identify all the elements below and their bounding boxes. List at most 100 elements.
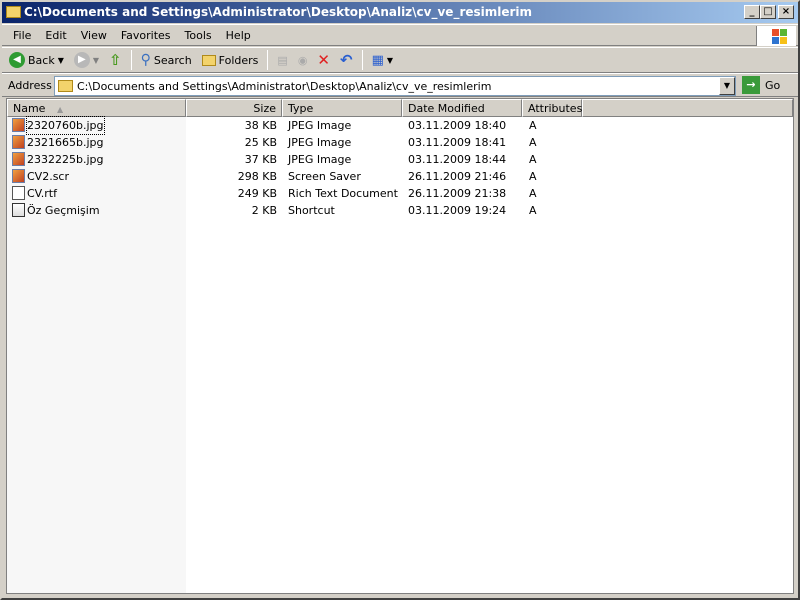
file-list: Name ▲ Size Type Date Modified Attribute… xyxy=(6,98,794,594)
file-attributes: A xyxy=(529,119,537,132)
file-name: 2320760b.jpg xyxy=(26,116,105,135)
file-size: 298 KB xyxy=(237,170,277,183)
file-name: Öz Geçmişim xyxy=(27,204,100,217)
file-row[interactable]: 2321665b.jpg 25 KB JPEG Image 03.11.2009… xyxy=(7,134,567,151)
delete-x-icon: ✕ xyxy=(317,51,330,69)
column-header-filler xyxy=(582,99,793,117)
jpeg-icon xyxy=(12,152,25,166)
address-label: Address xyxy=(8,78,52,92)
move-to-button[interactable]: ▤ xyxy=(274,49,290,71)
address-dropdown-button[interactable]: ▼ xyxy=(719,77,735,95)
go-arrow-icon: → xyxy=(742,76,760,94)
menu-favorites[interactable]: Favorites xyxy=(114,29,178,42)
file-type: Rich Text Document xyxy=(288,187,398,200)
close-button[interactable]: × xyxy=(778,5,794,19)
windows-logo-icon xyxy=(756,26,796,46)
file-type: Screen Saver xyxy=(288,170,361,183)
screensaver-icon xyxy=(12,169,25,183)
file-date-modified: 03.11.2009 18:44 xyxy=(408,153,507,166)
file-name: CV.rtf xyxy=(27,187,57,200)
menu-view[interactable]: View xyxy=(74,29,114,42)
file-row[interactable]: CV.rtf 249 KB Rich Text Document 26.11.2… xyxy=(7,185,567,202)
forward-arrow-icon: ▶ xyxy=(73,52,90,68)
file-size: 38 KB xyxy=(244,119,277,132)
file-name: 2332225b.jpg xyxy=(27,153,104,166)
undo-icon: ↶ xyxy=(340,51,353,69)
folders-label: Folders xyxy=(218,53,259,67)
search-icon: ⚲ xyxy=(140,52,151,68)
back-label: Back xyxy=(28,53,55,67)
forward-dropdown-icon[interactable]: ▼ xyxy=(93,56,99,65)
file-type: JPEG Image xyxy=(288,153,352,166)
folders-icon xyxy=(201,54,216,66)
search-label: Search xyxy=(153,53,192,67)
move-to-icon: ▤ xyxy=(277,53,288,67)
file-date-modified: 03.11.2009 18:41 xyxy=(408,136,507,149)
folders-button[interactable]: Folders xyxy=(199,49,262,71)
toolbar: ◀ Back ▼ ▶ ▼ ⇧ ⚲ Search Folders ▤ ◉ ✕ ↶ … xyxy=(2,47,798,73)
jpeg-icon xyxy=(12,118,25,132)
separator xyxy=(267,50,269,70)
separator xyxy=(361,50,363,70)
address-bar: Address C:\Documents and Settings\Admini… xyxy=(2,73,798,97)
copy-to-button[interactable]: ◉ xyxy=(295,49,311,71)
folder-icon xyxy=(6,6,21,18)
delete-button[interactable]: ✕ xyxy=(314,49,333,71)
back-dropdown-icon[interactable]: ▼ xyxy=(58,56,64,65)
file-attributes: A xyxy=(529,187,537,200)
shortcut-icon xyxy=(12,203,25,217)
forward-button[interactable]: ▶ ▼ xyxy=(71,49,102,71)
views-button[interactable]: ▦ ▼ xyxy=(369,49,396,71)
file-type: JPEG Image xyxy=(288,119,352,132)
file-attributes: A xyxy=(529,170,537,183)
file-size: 249 KB xyxy=(237,187,277,200)
file-attributes: A xyxy=(529,136,537,149)
go-button[interactable]: → Go xyxy=(742,76,780,94)
file-name: CV2.scr xyxy=(27,170,70,183)
search-button[interactable]: ⚲ Search xyxy=(138,49,195,71)
separator xyxy=(130,50,132,70)
address-input[interactable]: C:\Documents and Settings\Administrator\… xyxy=(54,76,736,96)
title-bar: C:\Documents and Settings\Administrator\… xyxy=(2,2,798,23)
file-row[interactable]: CV2.scr 298 KB Screen Saver 26.11.2009 2… xyxy=(7,168,567,185)
window-title: C:\Documents and Settings\Administrator\… xyxy=(24,5,533,19)
menu-file[interactable]: File xyxy=(6,29,38,42)
undo-button[interactable]: ↶ xyxy=(337,49,356,71)
file-date-modified: 26.11.2009 21:46 xyxy=(408,170,507,183)
rtf-icon xyxy=(12,186,25,200)
file-attributes: A xyxy=(529,204,537,217)
column-header-name[interactable]: Name ▲ xyxy=(7,99,186,117)
back-button[interactable]: ◀ Back ▼ xyxy=(6,49,67,71)
file-row[interactable]: 2332225b.jpg 37 KB JPEG Image 03.11.2009… xyxy=(7,151,567,168)
file-date-modified: 26.11.2009 21:38 xyxy=(408,187,507,200)
minimize-button[interactable]: _ xyxy=(744,5,760,19)
file-type: Shortcut xyxy=(288,204,335,217)
up-arrow-icon: ⇧ xyxy=(109,51,122,69)
back-arrow-icon: ◀ xyxy=(9,52,25,68)
column-header-attributes[interactable]: Attributes xyxy=(522,99,582,117)
views-icon: ▦ xyxy=(371,52,384,68)
column-headers: Name ▲ Size Type Date Modified Attribute… xyxy=(7,99,793,117)
file-date-modified: 03.11.2009 19:24 xyxy=(408,204,507,217)
file-attributes: A xyxy=(529,153,537,166)
menu-tools[interactable]: Tools xyxy=(178,29,219,42)
file-row[interactable]: 2320760b.jpg 38 KB JPEG Image 03.11.2009… xyxy=(7,116,567,135)
column-header-date-modified[interactable]: Date Modified xyxy=(402,99,522,117)
column-header-type[interactable]: Type xyxy=(282,99,402,117)
file-size: 37 KB xyxy=(244,153,277,166)
jpeg-icon xyxy=(12,135,25,149)
views-dropdown-icon: ▼ xyxy=(386,55,394,65)
menu-help[interactable]: Help xyxy=(219,29,258,42)
menu-bar: File Edit View Favorites Tools Help xyxy=(2,24,798,46)
sort-ascending-icon: ▲ xyxy=(56,105,64,114)
file-size: 2 KB xyxy=(251,204,277,217)
address-value: C:\Documents and Settings\Administrator\… xyxy=(77,79,492,93)
file-name: 2321665b.jpg xyxy=(27,136,104,149)
menu-edit[interactable]: Edit xyxy=(38,29,73,42)
file-size: 25 KB xyxy=(244,136,277,149)
file-row[interactable]: Öz Geçmişim 2 KB Shortcut 03.11.2009 19:… xyxy=(7,202,567,219)
column-header-size[interactable]: Size xyxy=(186,99,282,117)
up-folder-button[interactable]: ⇧ xyxy=(106,49,125,71)
copy-to-icon: ◉ xyxy=(297,53,308,67)
maximize-button[interactable]: □ xyxy=(760,5,776,19)
